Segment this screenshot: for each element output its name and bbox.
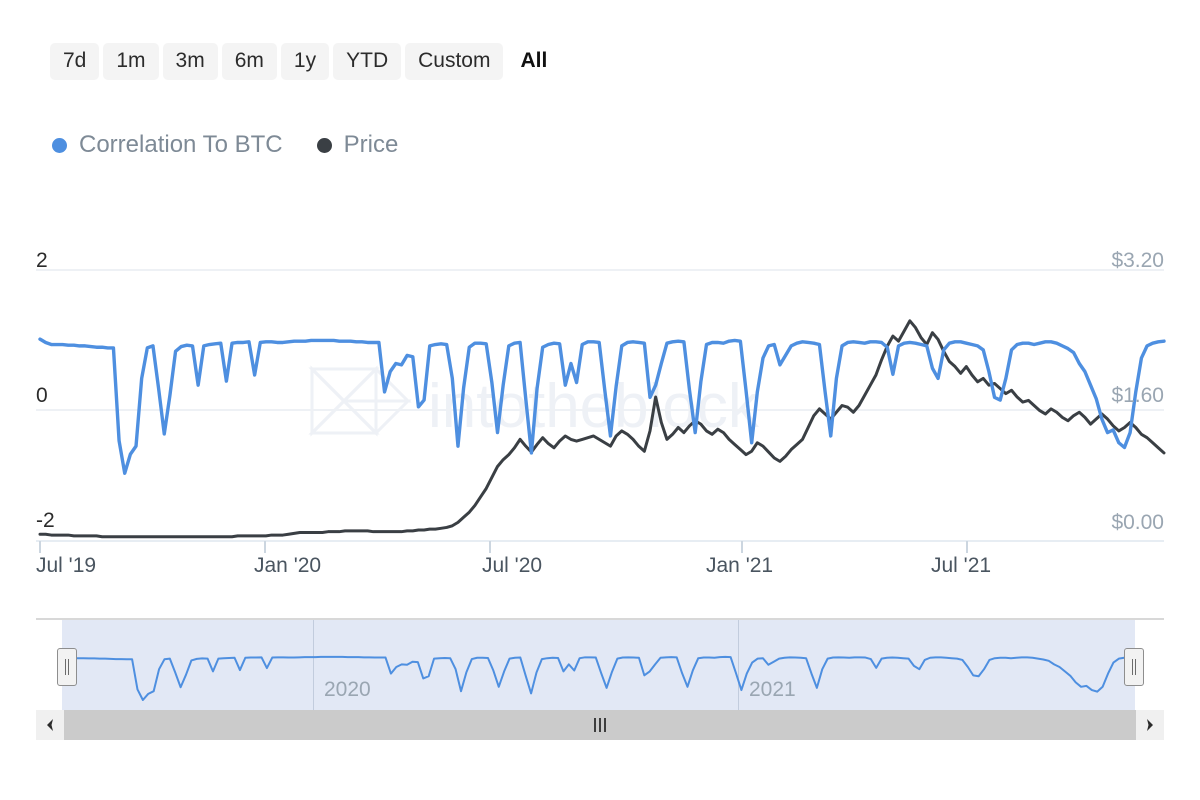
scrollbar-left-arrow-icon[interactable]	[36, 710, 64, 740]
navigator-right-handle[interactable]	[1124, 648, 1144, 686]
navigator-year-label-2021: 2021	[749, 679, 796, 700]
chart-navigator[interactable]: 2020 2021	[36, 618, 1164, 710]
x-axis-tick-jan21: Jan '21	[706, 555, 773, 576]
y-axis-left-tick-0: 0	[36, 385, 48, 406]
y-axis-right-tick-000: $0.00	[1111, 512, 1164, 533]
navigator-year-label-2020: 2020	[324, 679, 371, 700]
navigator-series-svg	[36, 620, 1164, 710]
y-axis-right-tick-320: $3.20	[1111, 250, 1164, 271]
scrollbar-grip-icon	[594, 718, 606, 732]
y-axis-left-tick-2: 2	[36, 250, 48, 271]
x-axis-tick-jan20: Jan '20	[254, 555, 321, 576]
navigator-left-handle[interactable]	[57, 648, 77, 686]
y-axis-right-tick-160: $1.60	[1111, 385, 1164, 406]
scrollbar-track[interactable]	[64, 710, 1136, 740]
correlation-series-line	[40, 339, 1164, 473]
x-axis-tick-jul20: Jul '20	[482, 555, 542, 576]
x-axis-tick-jul21: Jul '21	[931, 555, 991, 576]
scrollbar-right-arrow-icon[interactable]	[1136, 710, 1164, 740]
x-axis-tick-jul19: Jul '19	[36, 555, 96, 576]
y-axis-left-tick-neg2: -2	[36, 510, 55, 531]
chart-scrollbar[interactable]	[36, 710, 1164, 740]
